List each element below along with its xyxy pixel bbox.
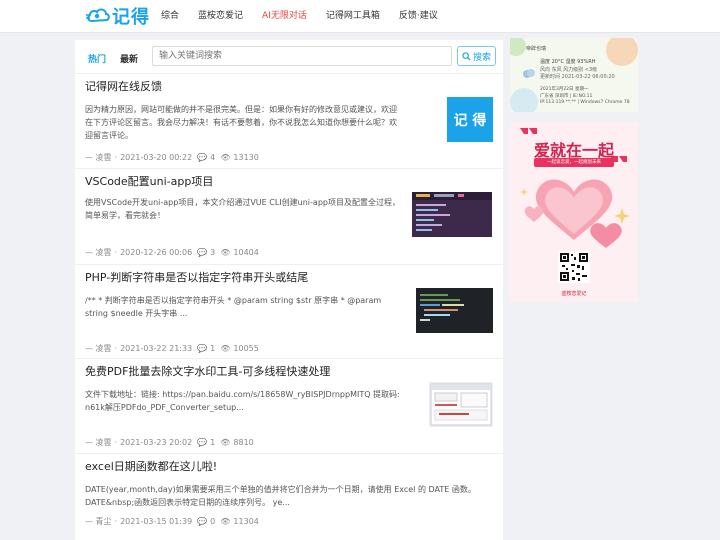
post-date: 2021-03-20 00:22 xyxy=(120,153,193,162)
post-title[interactable]: VSCode配置uni-app项目 xyxy=(85,173,213,189)
visitor-location: 广东省 深圳市 | IE:NO.11 xyxy=(540,94,593,99)
comment-icon: 💬 xyxy=(197,344,208,353)
post-title[interactable]: excel日期函数都在这儿啦! xyxy=(85,458,217,474)
nav-item-overview[interactable]: 综合 xyxy=(161,0,179,32)
nav-item-feedback[interactable]: 反馈·建议 xyxy=(399,0,438,32)
view-count: 13130 xyxy=(233,153,259,162)
ad-footer: 蓝桉恋爱记 xyxy=(561,291,587,297)
nav-item-ai-chat[interactable]: AI无限对话 xyxy=(262,0,307,32)
post-meta: — 凌雲 · 2020-12-26 00:06 💬 3 👁 10404 xyxy=(85,248,259,257)
post-meta: — 青尘 · 2021-03-15 01:39 💬 0 👁 11304 xyxy=(85,517,259,526)
post-meta: — 凌雲 · 2021-03-20 00:22 💬 4 👁 13130 xyxy=(85,153,259,162)
post-thumbnail[interactable] xyxy=(416,288,493,333)
view-count: 11304 xyxy=(233,517,259,526)
post-date: 2020-12-26 00:06 xyxy=(120,248,193,257)
post-meta: — 凌雲 · 2021-03-23 20:02 💬 1 👁 8810 xyxy=(85,438,254,447)
post-thumbnail[interactable] xyxy=(429,382,493,427)
post-author: — 凌雲 xyxy=(85,438,112,447)
post-author: — 青尘 xyxy=(85,517,112,526)
cloud-icon xyxy=(522,64,536,78)
search-input[interactable] xyxy=(152,46,452,66)
eye-icon: 👁 xyxy=(220,248,231,257)
visitor-date: 2021年3月22日 星期一 xyxy=(540,87,589,92)
search-button[interactable]: 搜索 xyxy=(457,46,496,66)
comment-count: 4 xyxy=(210,153,216,162)
post-date: 2021-03-23 20:02 xyxy=(120,438,193,447)
site-logo[interactable]: 记得 xyxy=(86,4,150,28)
post-author: — 凌雲 xyxy=(85,153,112,162)
comment-icon: 💬 xyxy=(197,248,208,257)
post-thumbnail[interactable]: 记 得 xyxy=(447,97,493,142)
post-author: — 凌雲 xyxy=(85,344,112,353)
main-nav: 综合 蓝桉恋爱记 AI无限对话 记得网工具箱 反馈·建议 xyxy=(161,0,457,32)
comment-icon: 💬 xyxy=(197,517,208,526)
comment-count: 1 xyxy=(210,438,216,447)
view-count: 10055 xyxy=(233,344,259,353)
weather-updated: 更新时间 2021-03-22 06:00:20 xyxy=(540,74,615,80)
tab-hot[interactable]: 热门 xyxy=(88,52,106,65)
comment-count: 0 xyxy=(210,517,216,526)
visitor-ip: IP:113.119.**.** | Windows7 Chrome 78 xyxy=(540,100,630,105)
code-screenshot-image xyxy=(412,192,492,231)
post-meta: — 凌雲 · 2021-03-22 21:33 💬 1 👁 10055 xyxy=(85,344,259,353)
qr-code[interactable] xyxy=(558,251,590,283)
weather-temp: 温度 20°C 湿度 93%RH xyxy=(540,59,596,65)
list-item[interactable]: VSCode配置uni-app项目 使用VSCode开发uni-app项目，本文… xyxy=(75,168,503,265)
eye-icon: 👁 xyxy=(220,344,231,353)
search-button-label: 搜索 xyxy=(472,52,491,63)
weather-title: 帝辟也瑞 xyxy=(526,46,547,52)
comment-count: 1 xyxy=(210,344,216,353)
eye-icon: 👁 xyxy=(220,438,231,447)
list-tabs: 热门 最新 搜索 xyxy=(75,40,503,73)
post-excerpt: 使用VSCode开发uni-app项目，本文介绍通过VUE CLI创建uni-a… xyxy=(85,198,400,220)
post-excerpt: DATE(year,month,day)如果需要采用三个单独的值并将它们合并为一… xyxy=(85,485,476,507)
logo-cloud-icon xyxy=(86,8,110,23)
love-app-ad[interactable]: 爱就在一起 一起谈恋爱，一起规划未来 蓝桉恋爱记 xyxy=(510,122,638,302)
post-title[interactable]: 免费PDF批量去除文字水印工具-可多线程快速处理 xyxy=(85,363,330,379)
eye-icon: 👁 xyxy=(220,153,231,162)
code-screenshot-image xyxy=(420,294,464,321)
top-navbar: 记得 综合 蓝桉恋爱记 AI无限对话 记得网工具箱 反馈·建议 xyxy=(0,0,720,33)
list-item[interactable]: 记得网在线反馈 因为精力原因，网站可能做的并不是很完美。但是：如果你有好的修改意… xyxy=(75,73,503,169)
comment-icon: 💬 xyxy=(197,438,208,447)
app-screenshot-image xyxy=(430,383,492,426)
post-excerpt: 因为精力原因，网站可能做的并不是很完美。但是：如果你有好的修改意见或建议，欢迎在… xyxy=(85,105,397,140)
view-count: 10404 xyxy=(233,248,259,257)
list-item[interactable]: PHP-判断字符串是否以指定字符串开头或结尾 /** * 判断字符串是否以指定字… xyxy=(75,264,503,359)
thumbnail-logo-text: 记 得 xyxy=(453,112,487,129)
list-item[interactable]: 免费PDF批量去除文字水印工具-可多线程快速处理 文件下载地址：链接: http… xyxy=(75,358,503,454)
site-name: 记得 xyxy=(112,7,150,28)
nav-item-toolbox[interactable]: 记得网工具箱 xyxy=(326,0,380,32)
weather-wind: 风向 东风 风力级别 <3级 xyxy=(540,67,598,73)
search-icon xyxy=(462,51,471,61)
tab-new[interactable]: 最新 xyxy=(120,52,138,65)
post-list-panel: 热门 最新 搜索 记得网在线反馈 因为精力原因，网站可能做的并不是很完美。但是：… xyxy=(75,40,503,540)
nav-item-love-diary[interactable]: 蓝桉恋爱记 xyxy=(198,0,243,32)
comment-count: 3 xyxy=(210,248,216,257)
post-title[interactable]: PHP-判断字符串是否以指定字符串开头或结尾 xyxy=(85,269,308,285)
list-item[interactable]: excel日期函数都在这儿啦! DATE(year,month,day)如果需要… xyxy=(75,453,503,540)
post-excerpt: 文件下载地址：链接: https://pan.baidu.com/s/18658… xyxy=(85,390,400,412)
post-date: 2021-03-22 21:33 xyxy=(120,344,193,353)
comment-icon: 💬 xyxy=(197,153,208,162)
post-thumbnail[interactable] xyxy=(412,192,492,237)
post-date: 2021-03-15 01:39 xyxy=(120,517,193,526)
ad-subtitle: 一起谈恋爱，一起规划未来 xyxy=(534,158,614,167)
post-author: — 凌雲 xyxy=(85,248,112,257)
post-excerpt: /** * 判断字符串是否以指定字符串开头 * @param string $s… xyxy=(85,296,382,318)
view-count: 8810 xyxy=(233,438,254,447)
qr-code-image xyxy=(560,253,588,281)
post-title[interactable]: 记得网在线反馈 xyxy=(85,78,162,94)
weather-info-card[interactable]: 帝辟也瑞 温度 20°C 湿度 93%RH 风向 东风 风力级别 <3级 更新时… xyxy=(510,38,638,112)
eye-icon: 👁 xyxy=(220,517,231,526)
